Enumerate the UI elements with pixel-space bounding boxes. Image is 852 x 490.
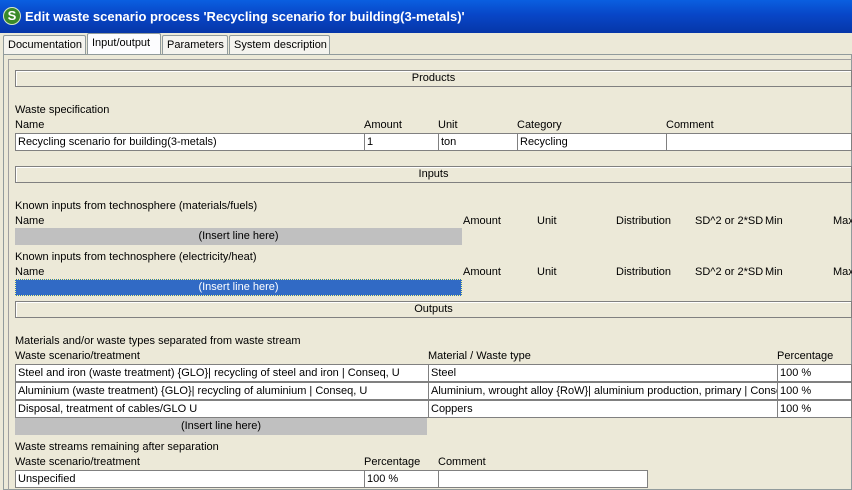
separated-col-percentage: Percentage [777,350,834,362]
materials-col-name: Name [15,215,45,227]
electricity-label: Known inputs from technosphere (electric… [15,251,257,263]
separated-label: Materials and/or waste types separated f… [15,335,301,347]
products-header: Products [15,70,852,87]
electricity-col-max: Max [833,266,852,278]
remaining-treatment-field[interactable]: Unspecified [15,470,365,488]
waste-unit-field[interactable]: ton [438,133,518,151]
materials-col-amount: Amount [463,215,501,227]
materials-insert-line[interactable]: (Insert line here) [15,228,462,245]
col-name: Name [15,119,45,131]
remaining-label: Waste streams remaining after separation [15,441,219,453]
remaining-col-percentage: Percentage [364,456,421,468]
tab-parameters[interactable]: Parameters [162,35,228,54]
table-row[interactable]: Aluminium (waste treatment) {GLO}| recyc… [15,382,429,400]
table-row[interactable]: Disposal, treatment of cables/GLO U [15,400,429,418]
waste-name-field[interactable]: Recycling scenario for building(3-metals… [15,133,365,151]
separated-col-treatment: Waste scenario/treatment [15,350,140,362]
waste-spec-label: Waste specification [15,104,110,116]
materials-col-distribution: Distribution [616,215,672,227]
tab-documentation[interactable]: Documentation [3,35,86,54]
tab-input-output[interactable]: Input/output [87,33,161,54]
materials-col-unit: Unit [537,215,557,227]
table-row[interactable]: Aluminium, wrought alloy {RoW}| aluminiu… [428,382,778,400]
remaining-percentage-field[interactable]: 100 % [364,470,439,488]
waste-category-field[interactable]: Recycling [517,133,667,151]
separated-col-material: Material / Waste type [428,350,531,362]
separated-insert-line[interactable]: (Insert line here) [15,418,427,435]
remaining-col-treatment: Waste scenario/treatment [15,456,140,468]
materials-col-sd: SD^2 or 2*SD [695,215,764,227]
outputs-header: Outputs [15,301,852,318]
waste-comment-field[interactable] [666,133,852,151]
tab-system-description[interactable]: System description [229,35,330,54]
electricity-col-sd: SD^2 or 2*SD [695,266,764,278]
remaining-comment-field[interactable] [438,470,648,488]
electricity-insert-line[interactable]: (Insert line here) [15,279,462,296]
materials-col-min: Min [765,215,783,227]
table-row[interactable]: Coppers [428,400,778,418]
title-bar: S Edit waste scenario process 'Recycling… [0,0,852,33]
inputs-header: Inputs [15,166,852,183]
electricity-col-amount: Amount [463,266,501,278]
table-row[interactable]: Steel and iron (waste treatment) {GLO}| … [15,364,429,382]
electricity-col-distribution: Distribution [616,266,672,278]
electricity-col-unit: Unit [537,266,557,278]
materials-label: Known inputs from technosphere (material… [15,200,258,212]
table-row[interactable]: Steel [428,364,778,382]
remaining-col-comment: Comment [438,456,486,468]
waste-amount-field[interactable]: 1 [364,133,439,151]
col-category: Category [517,119,562,131]
electricity-col-name: Name [15,266,45,278]
electricity-col-min: Min [765,266,783,278]
table-row[interactable]: 100 % [777,364,852,382]
table-row[interactable]: 100 % [777,400,852,418]
materials-col-max: Max [833,215,852,227]
window-title: Edit waste scenario process 'Recycling s… [25,9,465,24]
col-amount: Amount [364,119,402,131]
app-icon[interactable]: S [3,7,21,25]
col-comment: Comment [666,119,714,131]
col-unit: Unit [438,119,458,131]
table-row[interactable]: 100 % [777,382,852,400]
